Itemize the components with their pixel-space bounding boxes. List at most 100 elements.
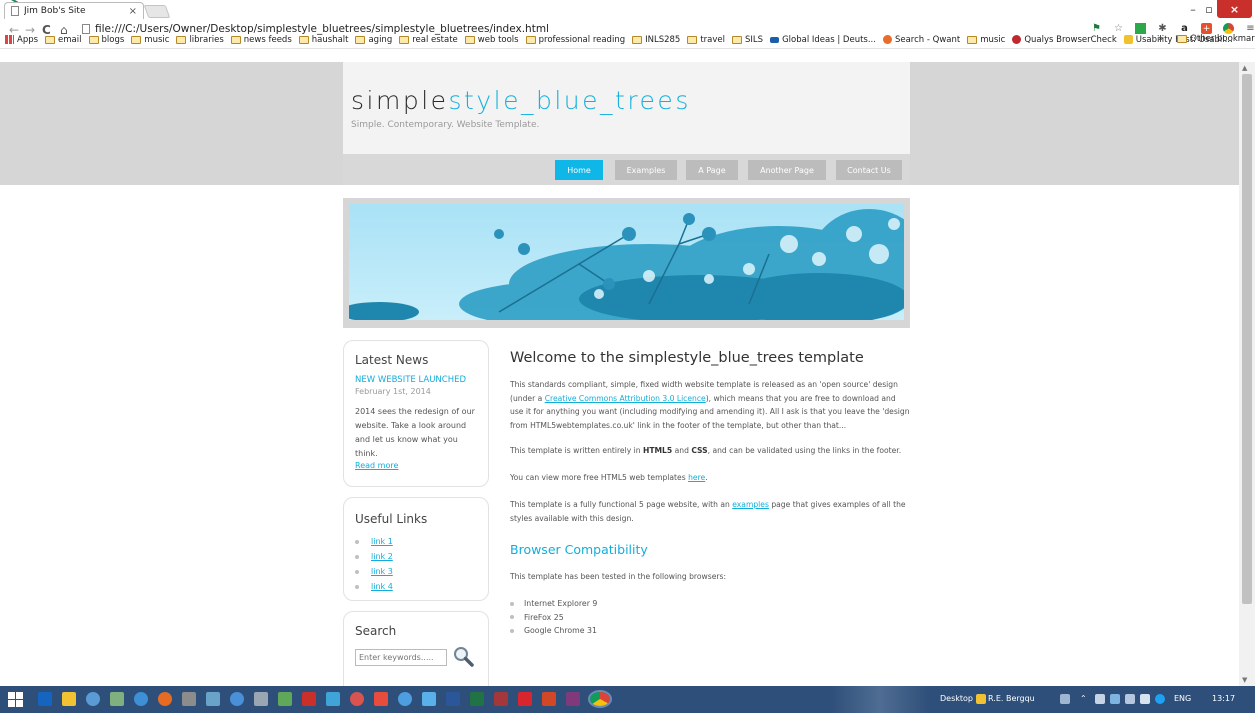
acrobat-icon[interactable] — [518, 692, 532, 706]
bookmark-folder[interactable]: web tools — [464, 35, 519, 45]
folder-icon — [45, 35, 56, 44]
taskbar-app-icon[interactable] — [350, 692, 364, 706]
firefox-icon[interactable] — [158, 692, 172, 706]
menu-a-page[interactable]: A Page — [686, 160, 738, 180]
folder-icon — [525, 35, 536, 44]
bookmark-folder[interactable]: email — [45, 35, 82, 45]
chrome-taskbar-icon[interactable] — [588, 690, 612, 708]
signal-tray-icon[interactable] — [1125, 694, 1135, 704]
menu-examples[interactable]: Examples — [615, 160, 677, 180]
search-box: Search — [343, 611, 489, 686]
page-viewport: simplestyle_blue_trees Simple. Contempor… — [0, 62, 1239, 686]
bookmark-folder[interactable]: music — [131, 35, 169, 45]
scroll-up-arrow-icon[interactable]: ▲ — [1242, 64, 1247, 72]
list-item: link 4 — [355, 579, 477, 594]
desktop-toolbar-label[interactable]: Desktop — [940, 694, 973, 703]
taskbar-app-icon[interactable] — [374, 692, 388, 706]
taskbar-app-icon[interactable] — [398, 692, 412, 706]
clock[interactable]: 13:17 — [1212, 694, 1235, 703]
useful-link-4[interactable]: link 4 — [371, 582, 393, 591]
folder-icon — [1177, 35, 1188, 43]
taskbar-app-icon[interactable] — [110, 692, 124, 706]
taskbar-app-icon[interactable] — [302, 692, 316, 706]
bookmark-folder[interactable]: haushalt — [298, 35, 348, 45]
bookmark-global-ideas[interactable]: Global Ideas | Deuts... — [770, 35, 876, 45]
news-date: February 1st, 2014 — [355, 387, 431, 396]
window-close-button[interactable]: × — [1217, 0, 1252, 18]
bookmark-folder[interactable]: aging — [355, 35, 392, 45]
bookmark-qualys[interactable]: Qualys BrowserCheck — [1012, 35, 1117, 45]
taskbar-app-icon[interactable] — [206, 692, 220, 706]
bookmark-folder[interactable]: music — [967, 35, 1005, 45]
list-item: FireFox 25 — [510, 611, 910, 625]
useful-link-2[interactable]: link 2 — [371, 552, 393, 561]
browser-toolbar: ← → C ⌂ ⚑ ☆ ✱ a + ≡ Apps email blogs mus… — [0, 19, 1255, 49]
bookmark-apps[interactable]: Apps — [5, 35, 38, 45]
bookmark-folder[interactable]: travel — [687, 35, 725, 45]
menu-home[interactable]: Home — [555, 160, 603, 180]
language-indicator[interactable]: ENG — [1174, 694, 1191, 703]
keyboard-icon[interactable] — [1060, 694, 1070, 704]
other-bookmarks[interactable]: »Other bookmarks — [1158, 34, 1255, 44]
examples-link[interactable]: examples — [732, 500, 769, 509]
powerpoint-icon[interactable] — [542, 692, 556, 706]
bookmark-folder[interactable]: professional reading — [525, 35, 625, 45]
bookmark-folder[interactable]: real estate — [399, 35, 458, 45]
bookmark-folder[interactable]: blogs — [88, 35, 124, 45]
creative-commons-link[interactable]: Creative Commons Attribution 3.0 Licence — [545, 394, 706, 403]
restore-button[interactable]: ▫ — [1202, 0, 1216, 18]
news-text: 2014 sees the redesign of our website. T… — [355, 407, 475, 458]
dw-logo-icon — [770, 36, 780, 43]
intro-paragraph: This standards compliant, simple, fixed … — [510, 380, 910, 430]
search-icon[interactable] — [453, 646, 475, 668]
here-link[interactable]: here — [688, 473, 705, 482]
taskbar-app-icon[interactable] — [326, 692, 340, 706]
taskbar-app-icon[interactable] — [278, 692, 292, 706]
app-tray-icon[interactable] — [1155, 694, 1165, 704]
menu-another-page[interactable]: Another Page — [748, 160, 826, 180]
taskbar-app-icon[interactable] — [182, 692, 196, 706]
onenote-icon[interactable] — [566, 692, 580, 706]
start-button[interactable] — [8, 692, 23, 707]
tray-chevron-icon[interactable]: ⌃ — [1080, 694, 1090, 704]
menu-contact-us[interactable]: Contact Us — [836, 160, 902, 180]
apps-grid-icon — [5, 35, 14, 44]
vertical-scrollbar[interactable]: ▲ ▼ — [1239, 62, 1255, 686]
browser-tab[interactable]: Jim Bob's Site × — [4, 2, 144, 19]
flag-tray-icon[interactable] — [1095, 694, 1105, 704]
latest-news-box: Latest News NEW WEBSITE LAUNCHED Februar… — [343, 340, 489, 487]
taskbar-app-icon[interactable] — [422, 692, 436, 706]
network-tray-icon[interactable] — [1110, 694, 1120, 704]
bookmark-folder[interactable]: news feeds — [230, 35, 292, 45]
new-tab-button[interactable] — [143, 5, 171, 18]
taskbar-app-icon[interactable] — [86, 692, 100, 706]
taskbar-app-icon[interactable] — [254, 692, 268, 706]
outlook-icon[interactable] — [38, 692, 52, 706]
search-row — [355, 646, 477, 668]
word-icon[interactable] — [446, 692, 460, 706]
folder-toolbar-icon[interactable] — [976, 694, 986, 704]
access-icon[interactable] — [494, 692, 508, 706]
taskbar-app-icon[interactable] — [230, 692, 244, 706]
scroll-thumb[interactable] — [1242, 74, 1252, 604]
more-bookmarks-chevron-icon[interactable]: » — [1158, 34, 1163, 44]
excel-icon[interactable] — [470, 692, 484, 706]
volume-tray-icon[interactable] — [1140, 694, 1150, 704]
useful-link-1[interactable]: link 1 — [371, 537, 393, 546]
page-title: Welcome to the simplestyle_blue_trees te… — [510, 350, 864, 366]
minimize-button[interactable]: – — [1186, 0, 1200, 18]
bookmark-qwant[interactable]: Search - Qwant — [882, 35, 960, 45]
bookmark-folder[interactable]: libraries — [176, 35, 224, 45]
read-more-link[interactable]: Read more — [355, 461, 477, 470]
list-item: link 2 — [355, 549, 477, 564]
user-toolbar-label[interactable]: R.E. Bergqu — [988, 694, 1035, 703]
tab-close-icon[interactable]: × — [129, 6, 137, 17]
scroll-down-arrow-icon[interactable]: ▼ — [1242, 676, 1247, 684]
bookmark-folder[interactable]: SILS — [732, 35, 763, 45]
file-explorer-icon[interactable] — [62, 692, 76, 706]
search-input[interactable] — [355, 648, 447, 666]
bookmark-folder[interactable]: INLS285 — [632, 35, 680, 45]
useful-link-3[interactable]: link 3 — [371, 567, 393, 576]
site-logo[interactable]: simplestyle_blue_trees — [351, 86, 691, 115]
internet-explorer-icon[interactable] — [134, 692, 148, 706]
